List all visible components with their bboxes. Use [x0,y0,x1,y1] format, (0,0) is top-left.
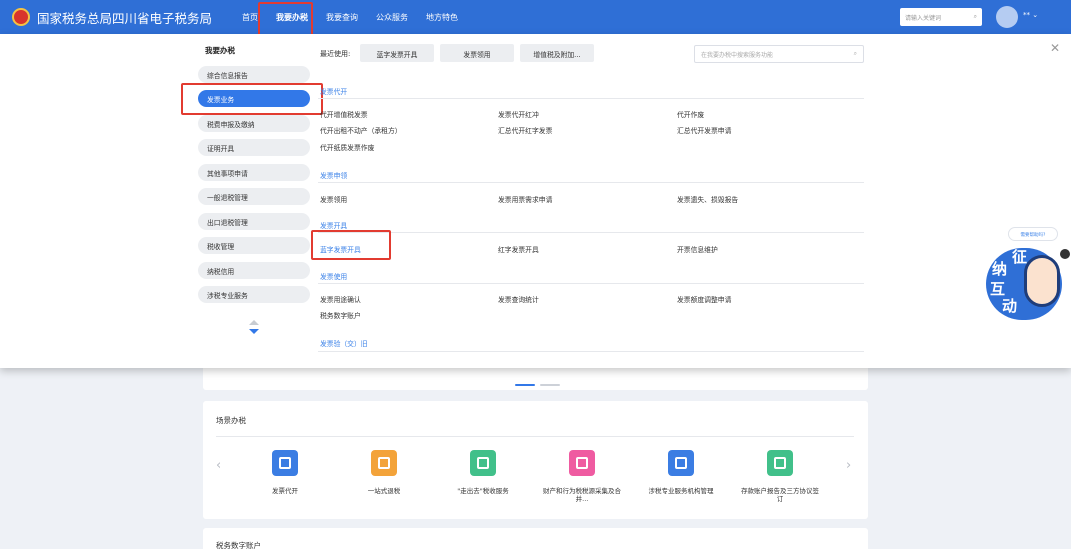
carousel-dot[interactable] [540,384,560,386]
sidebar-item[interactable]: 综合信息报告 [198,66,310,83]
sidebar-item[interactable]: 纳税信用 [198,262,310,279]
sidebar-item[interactable]: 涉税专业服务 [198,286,310,303]
widget-char: 纳 [992,260,1008,278]
section-title[interactable]: 发票验（交）旧 [320,338,368,348]
close-icon[interactable]: ✕ [1050,41,1060,55]
service-link[interactable]: 红字发票开具 [498,244,539,254]
service-link[interactable]: 代开增值税发票 [320,109,368,119]
user-name[interactable]: ** ⌄ [1023,11,1038,19]
divider [318,232,864,233]
sidebar-item[interactable]: 一般退税管理 [198,188,310,205]
account-card [203,528,868,549]
service-link[interactable]: 代开纸质发票作废 [320,142,374,152]
service-link[interactable]: 发票用票需求申请 [498,194,552,204]
bank-account-icon[interactable] [767,450,793,476]
keyword-search-placeholder: 请输入关键词 [905,14,942,22]
service-link[interactable]: 开票信息维护 [677,244,718,254]
sidebar-item[interactable]: 出口退税管理 [198,213,310,230]
service-link[interactable]: 代开出租不动产（承租方） [320,125,402,135]
invoice-agent-icon[interactable] [272,450,298,476]
service-link[interactable]: 汇总代开发票申请 [677,125,731,135]
scene-tile-label[interactable]: 涉税专业服务机构管理 [641,487,721,495]
divider [318,98,864,99]
divider [318,351,864,352]
sidebar-item[interactable]: 其他事项申请 [198,164,310,181]
scroll-down-icon[interactable] [249,329,259,334]
refund-icon[interactable] [371,450,397,476]
scene-tile-label[interactable]: "走出去"税收服务 [443,487,523,495]
chevron-right-icon[interactable]: › [846,458,851,473]
scene-title: 场景办税 [216,416,246,425]
service-link[interactable]: 发票领用 [320,194,347,204]
service-link[interactable]: 代开作废 [677,109,704,119]
service-link[interactable]: 发票代开红冲 [498,109,539,119]
sidebar-title: 我要办税 [205,46,235,55]
help-bubble[interactable]: 需要帮助吗? [1008,227,1058,241]
scene-tile-label[interactable]: 财产和行为税税源采集及合并... [542,487,622,503]
scene-tile-label[interactable]: 存款账户报告及三方协议签订 [740,487,820,503]
recent-label: 最近使用: [320,50,351,58]
widget-char: 动 [1002,297,1018,315]
nav-highlight-box [258,2,313,36]
service-search-placeholder: 在我要办税中搜索服务功能 [701,51,774,59]
scroll-up-icon[interactable] [249,320,259,325]
search-icon[interactable]: ⌕ [974,13,977,21]
service-search-input[interactable]: 在我要办税中搜索服务功能 ⌕ [694,45,864,63]
agency-icon[interactable] [668,450,694,476]
scene-tile-label[interactable]: 一站式退税 [344,487,424,495]
avatar[interactable] [996,6,1018,28]
service-link[interactable]: 汇总代开红字发票 [498,125,552,135]
recent-button[interactable]: 蓝字发票开具 [360,44,434,62]
section-title: 发票代开 [320,88,348,96]
chevron-down-icon: ⌄ [1032,11,1039,19]
search-icon[interactable]: ⌕ [854,50,857,58]
property-tax-icon[interactable] [569,450,595,476]
service-link[interactable]: 发票遗失、损毁报告 [677,194,738,204]
sidebar-highlight-box [181,83,323,115]
going-out-icon[interactable] [470,450,496,476]
site-logo[interactable]: 国家税务总局四川省电子税务局 [12,8,212,27]
nav-query[interactable]: 我要查询 [326,8,358,27]
nav-public-service[interactable]: 公众服务 [376,8,408,27]
site-title: 国家税务总局四川省电子税务局 [36,10,212,26]
divider [216,436,854,437]
service-link[interactable]: 发票查询统计 [498,294,539,304]
divider [318,182,864,183]
section-title: 发票申领 [320,172,348,180]
recent-button[interactable]: 发票领用 [440,44,514,62]
service-link[interactable]: 税务数字账户 [320,310,361,320]
carousel-dot-active[interactable] [515,384,535,386]
nav-home[interactable]: 首页 [242,8,258,27]
widget-close-icon[interactable] [1060,249,1070,259]
recent-button[interactable]: 增值税及附加... [520,44,594,62]
section-title: 发票使用 [320,273,348,281]
account-title: 税务数字账户 [216,541,261,549]
link-highlight-box [311,230,391,260]
nav-local-features[interactable]: 地方特色 [426,8,458,27]
chevron-left-icon[interactable]: ‹ [216,458,221,473]
sidebar-item[interactable]: 证明开具 [198,139,310,156]
sidebar-item[interactable]: 税费申报及缴纳 [198,115,310,132]
tax-emblem-icon [12,8,30,26]
keyword-search-input[interactable]: 请输入关键词 ⌕ [900,8,982,26]
service-link[interactable]: 发票额度调整申请 [677,294,731,304]
mascot-icon [1024,255,1060,307]
scene-tile-label[interactable]: 发票代开 [245,487,325,495]
service-link[interactable]: 发票用途确认 [320,294,361,304]
sidebar-item[interactable]: 税收管理 [198,237,310,254]
section-title: 发票开具 [320,222,348,230]
divider [318,283,864,284]
user-name-text: ** [1023,11,1030,19]
widget-char: 征 [1012,248,1028,266]
